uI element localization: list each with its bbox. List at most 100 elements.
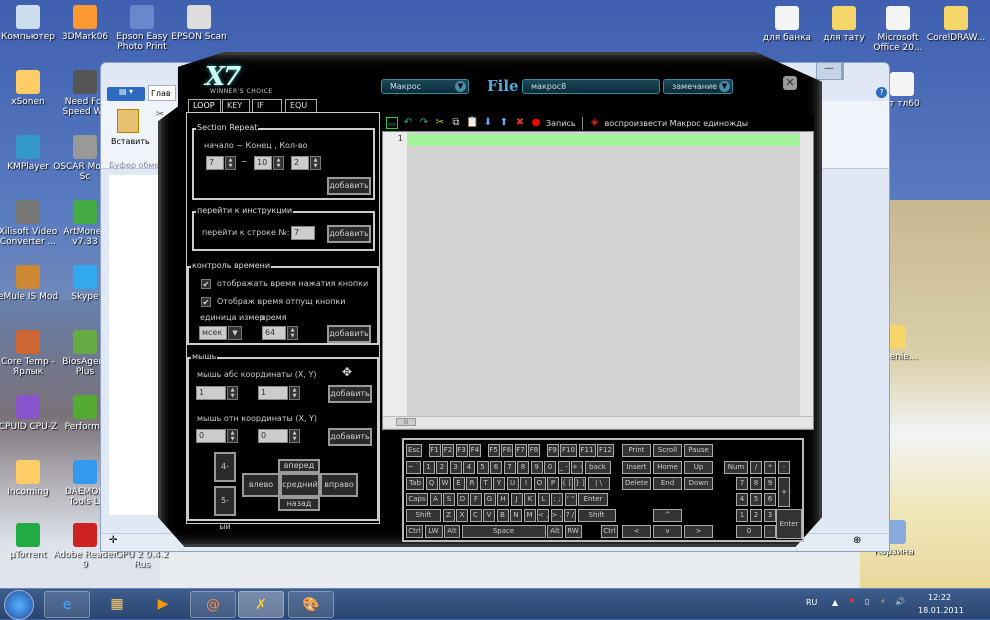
key[interactable]: ^ <box>653 509 682 522</box>
key[interactable]: 6 <box>490 461 502 474</box>
key[interactable]: 9 <box>530 461 543 474</box>
key[interactable]: : ; <box>551 493 563 506</box>
key[interactable]: S <box>443 493 455 506</box>
note-dropdown[interactable]: замечание ▼ <box>663 79 733 94</box>
desktop-icon[interactable]: Incoming <box>0 460 60 497</box>
key[interactable]: Pause <box>684 444 713 457</box>
vertical-scrollbar[interactable] <box>800 132 813 416</box>
tab-loop[interactable]: LOOP <box>188 99 221 113</box>
abs-x-input[interactable]: 1 <box>196 386 226 400</box>
abs-y-spinner[interactable]: ▲ ▼ <box>289 386 300 400</box>
key[interactable]: F4 <box>469 444 481 457</box>
key[interactable]: Ctrl <box>601 525 618 538</box>
time-input[interactable]: 64 <box>262 326 286 340</box>
tab-key[interactable]: KEY <box>222 99 250 113</box>
chevron-down-icon[interactable]: ▼ <box>228 326 242 340</box>
mouse-button-5[interactable]: 5-ый <box>214 486 236 531</box>
key[interactable]: + = <box>571 461 583 474</box>
media-player-taskbar-button[interactable]: ▶ <box>140 591 186 618</box>
key[interactable]: / <box>750 461 762 474</box>
count-spinner[interactable]: ▲ ▼ <box>310 156 321 170</box>
close-button[interactable]: ✕ <box>783 76 797 90</box>
volume-icon[interactable]: 🔊 <box>895 597 905 606</box>
key[interactable]: Shift <box>577 509 616 522</box>
key[interactable]: 0 <box>736 525 762 538</box>
key[interactable]: 5 <box>476 461 489 474</box>
key[interactable]: F10 <box>560 444 577 457</box>
key[interactable]: F8 <box>528 444 540 457</box>
desktop-icon[interactable]: Epson Easy Photo Print <box>110 5 174 52</box>
tab-home[interactable]: Глав <box>148 85 176 101</box>
time-spinner[interactable]: ▲ ▼ <box>287 326 298 340</box>
key[interactable]: X <box>456 509 468 522</box>
key[interactable]: M <box>523 509 536 522</box>
key[interactable]: R <box>466 477 478 490</box>
paste-button[interactable]: Вставить <box>111 137 150 146</box>
key[interactable]: F1 <box>428 444 441 457</box>
count-input[interactable]: 2 <box>291 156 309 170</box>
x7-taskbar-button[interactable]: ✗ <box>238 591 284 618</box>
key[interactable]: L <box>537 493 550 506</box>
key[interactable]: F5 <box>487 444 500 457</box>
tab-equ[interactable]: EQU <box>285 99 317 113</box>
key[interactable]: back <box>584 461 611 474</box>
play-once-button[interactable]: воспроизвести Макрос единожды <box>605 119 748 128</box>
key[interactable]: F <box>470 493 482 506</box>
key[interactable]: F9 <box>546 444 559 457</box>
key[interactable]: 1 <box>422 461 435 474</box>
record-icon[interactable]: ● <box>530 117 542 129</box>
start-spinner[interactable]: ▲ ▼ <box>225 156 236 170</box>
key[interactable]: W <box>439 477 451 490</box>
key[interactable]: Scroll <box>653 444 682 457</box>
help-icon[interactable]: ? <box>876 87 887 98</box>
device-icon[interactable]: ▯ <box>865 597 869 606</box>
key[interactable]: Q <box>425 477 438 490</box>
abs-y-input[interactable]: 1 <box>258 386 288 400</box>
rel-y-input[interactable]: 0 <box>258 429 288 443</box>
key[interactable]: | \ <box>587 477 610 490</box>
current-line[interactable] <box>408 134 800 146</box>
key[interactable]: 3 <box>764 509 776 522</box>
undo-icon[interactable]: ↶ <box>402 117 414 129</box>
wordpad-menu-button[interactable]: ▤ ▾ <box>107 87 145 101</box>
key[interactable]: P <box>547 477 559 490</box>
key[interactable]: Print <box>622 444 651 457</box>
add-time-button[interactable]: добавить <box>327 325 371 343</box>
key[interactable]: N <box>510 509 522 522</box>
key[interactable]: Alt <box>547 525 563 538</box>
key[interactable]: E <box>452 477 465 490</box>
key[interactable]: G <box>483 493 496 506</box>
horizontal-scrollbar[interactable] <box>383 416 813 428</box>
key[interactable]: Tab <box>406 477 424 490</box>
add-goto-button[interactable]: добавить <box>327 225 371 243</box>
key[interactable]: v <box>653 525 682 538</box>
goto-line-input[interactable]: 7 <box>291 226 315 240</box>
mail-agent-taskbar-button[interactable]: @ <box>190 591 236 618</box>
scrollbar-thumb[interactable]: ||| <box>396 418 416 426</box>
key[interactable]: ? / <box>564 509 576 522</box>
key[interactable]: Caps <box>406 493 428 506</box>
mouse-right-button[interactable]: вправо <box>320 473 358 497</box>
key[interactable]: Enter <box>776 509 802 539</box>
add-abs-button[interactable]: добавить <box>328 385 372 403</box>
key[interactable]: C <box>469 509 482 522</box>
key[interactable]: > <box>684 525 713 538</box>
desktop-icon[interactable]: для банка <box>755 6 819 43</box>
key[interactable]: 9 <box>764 477 776 490</box>
key[interactable]: F3 <box>455 444 468 457</box>
mouse-middle-button[interactable]: средний <box>280 473 320 497</box>
key[interactable]: . <box>764 525 776 538</box>
key[interactable]: 7 <box>736 477 748 490</box>
desktop-icon[interactable]: eMule IS Mod <box>0 265 60 302</box>
key[interactable]: Up <box>684 461 713 474</box>
desktop-icon[interactable]: Xilisoft Video Converter ... <box>0 200 60 247</box>
key[interactable]: Y <box>493 477 505 490</box>
key[interactable]: F7 <box>514 444 527 457</box>
key[interactable]: O <box>533 477 546 490</box>
key[interactable]: F12 <box>597 444 614 457</box>
key[interactable]: Insert <box>622 461 651 474</box>
play-icon[interactable]: ◈ <box>589 117 601 129</box>
tab-if[interactable]: IF <box>252 99 282 113</box>
key[interactable]: Esc <box>406 444 422 457</box>
desktop-icon[interactable]: CPUID CPU-Z <box>0 395 60 432</box>
